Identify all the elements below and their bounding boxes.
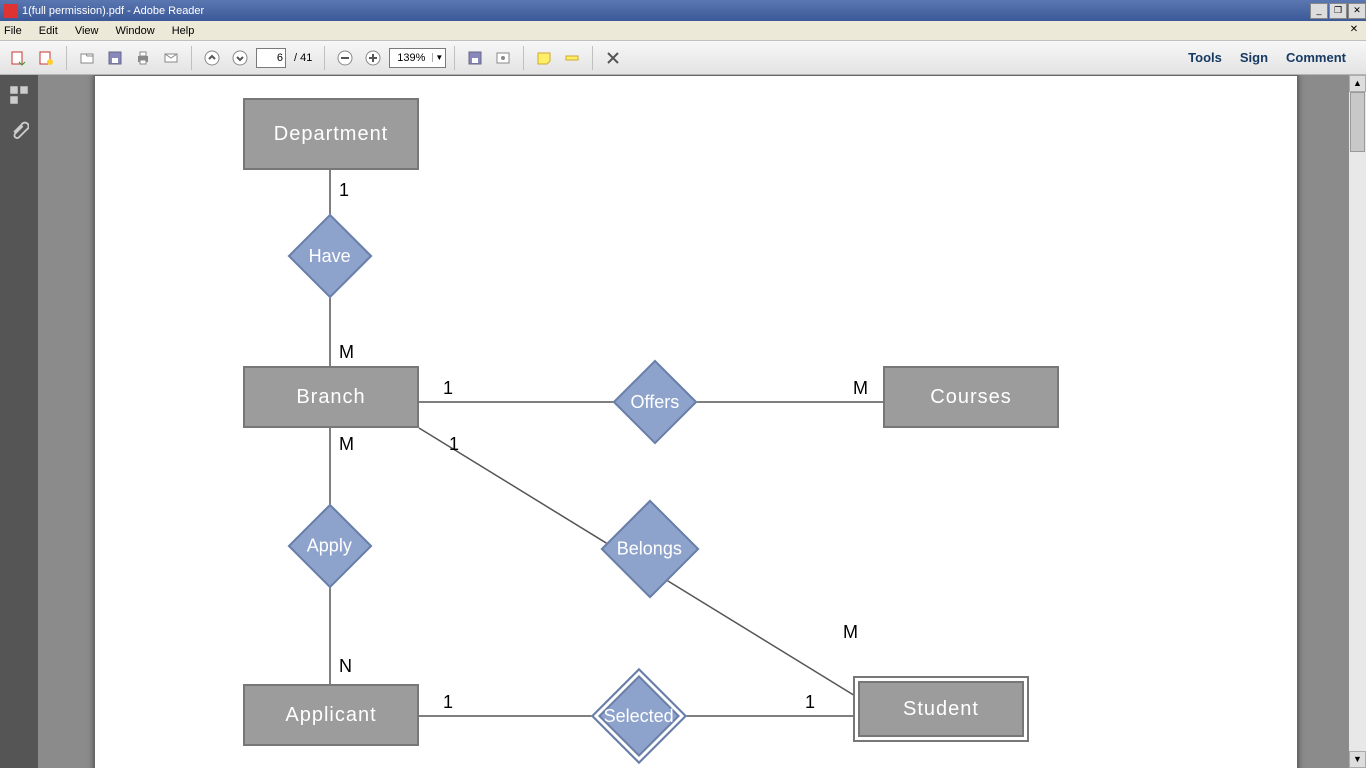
card-offers-courses: M <box>853 378 868 399</box>
menu-bar: File Edit View Window Help ✕ <box>0 21 1366 41</box>
chevron-down-icon[interactable]: ▼ <box>432 53 445 62</box>
separator <box>454 46 455 70</box>
card-selected-student: 1 <box>805 692 815 713</box>
scroll-thumb[interactable] <box>1350 92 1365 152</box>
toolbar: / 41 ▼ Tools Sign Comment <box>0 41 1366 75</box>
create-pdf-icon[interactable] <box>34 46 58 70</box>
separator <box>523 46 524 70</box>
page-down-icon[interactable] <box>228 46 252 70</box>
pdf-page: Department Branch Courses Applicant Stud… <box>94 75 1298 768</box>
zoom-in-icon[interactable] <box>361 46 385 70</box>
save-copy-icon[interactable] <box>463 46 487 70</box>
comment-panel-button[interactable]: Comment <box>1286 50 1346 65</box>
page-number-input[interactable] <box>256 48 286 68</box>
window-controls: _ ❐ ✕ <box>1309 3 1366 19</box>
print-icon[interactable] <box>131 46 155 70</box>
vertical-scrollbar[interactable]: ▲ ▼ <box>1349 75 1366 768</box>
document-area[interactable]: Department Branch Courses Applicant Stud… <box>38 75 1349 768</box>
toolbar-right: Tools Sign Comment <box>1188 50 1360 65</box>
card-belongs-student: M <box>843 622 858 643</box>
snapshot-icon[interactable] <box>491 46 515 70</box>
thumbnails-icon[interactable] <box>9 85 29 105</box>
nav-pane <box>0 75 38 768</box>
tools-panel-button[interactable]: Tools <box>1188 50 1222 65</box>
card-branch-apply: M <box>339 434 354 455</box>
sticky-note-icon[interactable] <box>532 46 556 70</box>
close-button[interactable]: ✕ <box>1348 3 1366 19</box>
scroll-up-icon[interactable]: ▲ <box>1349 75 1366 92</box>
menu-view[interactable]: View <box>75 25 99 37</box>
restore-button[interactable]: ❐ <box>1329 3 1347 19</box>
separator <box>66 46 67 70</box>
menu-help[interactable]: Help <box>172 25 195 37</box>
page-total-label: / 41 <box>294 52 312 64</box>
menu-window[interactable]: Window <box>116 25 155 37</box>
sign-panel-button[interactable]: Sign <box>1240 50 1268 65</box>
menu-file[interactable]: File <box>4 25 22 37</box>
card-branch-belongs: 1 <box>449 434 459 455</box>
zoom-out-icon[interactable] <box>333 46 357 70</box>
card-branch-offers: 1 <box>443 378 453 399</box>
card-apply-applicant: N <box>339 656 352 677</box>
email-icon[interactable] <box>159 46 183 70</box>
entity-department: Department <box>243 98 419 170</box>
scroll-down-icon[interactable]: ▼ <box>1349 751 1366 768</box>
menu-edit[interactable]: Edit <box>39 25 58 37</box>
entity-courses: Courses <box>883 366 1059 428</box>
separator <box>592 46 593 70</box>
entity-student: Student <box>853 676 1029 742</box>
export-pdf-icon[interactable] <box>6 46 30 70</box>
zoom-input[interactable] <box>390 52 432 64</box>
card-have-branch: M <box>339 342 354 363</box>
separator <box>191 46 192 70</box>
menu-items: File Edit View Window Help <box>4 25 208 37</box>
card-applicant-selected: 1 <box>443 692 453 713</box>
minimize-button[interactable]: _ <box>1310 3 1328 19</box>
page-up-icon[interactable] <box>200 46 224 70</box>
attachments-icon[interactable] <box>9 121 29 141</box>
open-icon[interactable] <box>75 46 99 70</box>
card-dept-have: 1 <box>339 180 349 201</box>
app-icon <box>4 4 18 18</box>
entity-branch: Branch <box>243 366 419 428</box>
zoom-select[interactable]: ▼ <box>389 48 446 68</box>
save-icon[interactable] <box>103 46 127 70</box>
entity-applicant: Applicant <box>243 684 419 746</box>
doc-close-button[interactable]: ✕ <box>1346 24 1362 38</box>
highlight-icon[interactable] <box>560 46 584 70</box>
read-mode-icon[interactable] <box>601 46 625 70</box>
window-titlebar: 1(full permission).pdf - Adobe Reader _ … <box>0 0 1366 21</box>
separator <box>324 46 325 70</box>
er-diagram: Department Branch Courses Applicant Stud… <box>95 76 1297 768</box>
window-title: 1(full permission).pdf - Adobe Reader <box>22 5 204 17</box>
